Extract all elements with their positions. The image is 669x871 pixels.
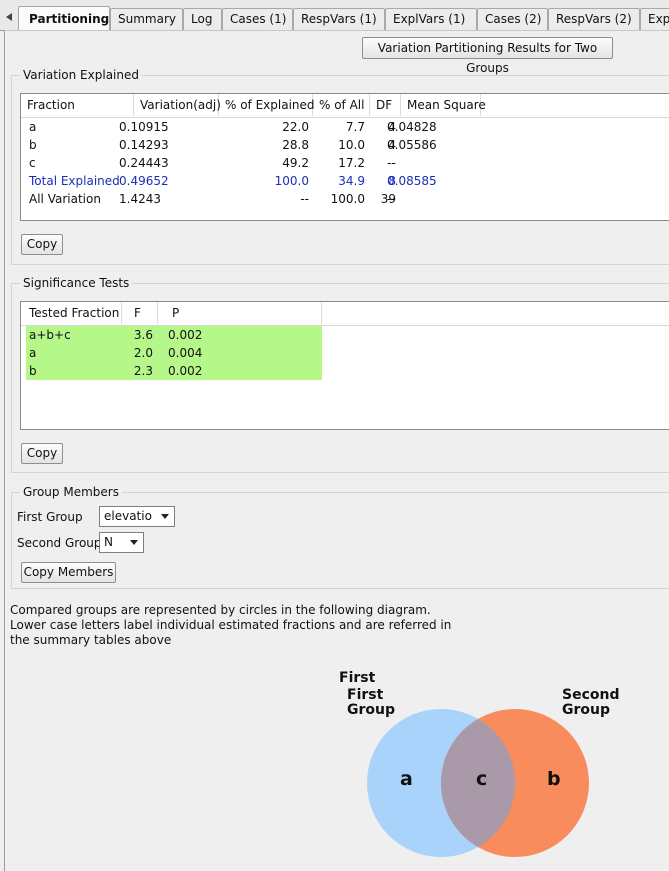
venn-diagram	[367, 709, 589, 857]
fraction-a-label: a	[400, 768, 413, 790]
first-group-title-2: First	[347, 687, 384, 703]
second-group-title-1: Second	[562, 687, 620, 703]
fraction-c-label: c	[476, 768, 488, 790]
first-group-title-3: Group	[347, 702, 396, 718]
first-group-title-1: First	[339, 670, 376, 686]
second-group-title-2: Group	[562, 702, 611, 718]
fraction-b-label: b	[547, 768, 561, 790]
